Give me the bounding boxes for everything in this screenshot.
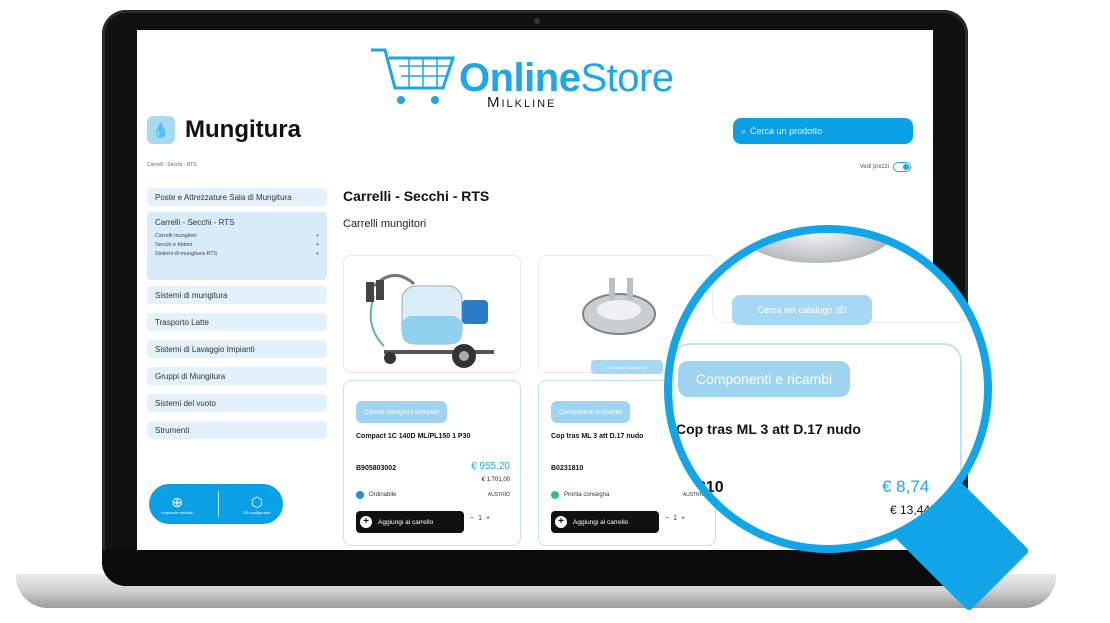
show-prices-label: Vedi prezzi [859,164,889,170]
page-title: Mungitura [185,116,301,143]
divider [217,491,219,517]
quantity-value: 1 [478,515,486,522]
add-to-cart-label: Aggiungi al carrello [573,518,629,526]
stage: OnlineStore Milkline 💧 Mungitura ⌕ Cerca… [0,0,1110,623]
sub-label: Carrelli mungitori [155,233,197,239]
magnified-price-old: € 13,44 [890,503,931,517]
show-prices: Vedi prezzi [860,162,911,172]
magnified-category-chip[interactable]: Componenti e ricambi [678,361,850,397]
page-header: 💧 Mungitura [147,116,301,144]
drop-icon: 💧 [147,116,175,144]
sidebar-item-gruppi[interactable]: Gruppi di Mungitura [147,367,327,385]
plus-icon: + [555,516,567,528]
magnified-view: Cerca nel catalogo 3D Componenti e ricam… [672,233,984,545]
status-label: Ordinabile [369,492,397,498]
section-subtitle: Carrelli mungitori [343,218,427,230]
add-to-cart-button[interactable]: + Aggiungi al carrello [551,511,659,533]
plus-icon[interactable]: + [486,515,494,522]
magnified-product-name: Cop tras ML 3 att D.17 nudo [676,421,861,437]
product-card: Carrelli mungitori completi Compact 1C 1… [343,380,521,546]
website-button[interactable]: ⊕ corporate website [161,494,193,515]
magnified-price: € 8,74 [882,477,930,496]
product-code: B905803002 [356,465,397,472]
breadcrumb[interactable]: Carrelli - Secchi - RTS [147,162,197,168]
sidebar-item-strumenti[interactable]: Strumenti [147,421,327,439]
cube-icon: ⬡ [250,493,264,510]
expand-icon[interactable]: + [316,251,319,257]
product-name[interactable]: Cop tras ML 3 att D.17 nudo [551,433,643,440]
online-store-logo[interactable]: OnlineStore Milkline [369,40,709,111]
plus-icon: + [360,516,372,528]
expand-icon[interactable]: + [316,233,319,239]
sidebar-sub-secchi[interactable]: Secchi e bidoni + [155,242,319,248]
expand-icon[interactable]: + [316,242,319,248]
sidebar-item-poste[interactable]: Poste e Attrezzature Sala di Mungitura [147,188,327,206]
sidebar-item-carrelli[interactable]: Carrelli - Secchi - RTS Carrelli mungito… [147,212,327,280]
category-chip[interactable]: Carrelli mungitori completi [356,401,448,423]
magnified-3d-button[interactable]: Cerca nel catalogo 3D [732,295,872,325]
product-name[interactable]: Compact 1C 140D ML/PL150 1 P30 [356,433,470,440]
status-dot [551,491,559,499]
sidebar-item-trasporto[interactable]: Trasporto Latte [147,313,327,331]
minus-icon[interactable]: − [470,515,478,522]
add-to-cart-button[interactable]: + Aggiungi al carrello [356,511,464,533]
globe-icon: ⊕ [171,493,183,510]
logo-store: Store [580,56,674,100]
product-image-card[interactable] [343,255,521,373]
availability-status: Pronta consegna [551,491,609,499]
search-placeholder: Cerca un prodotto [750,126,823,136]
camera [534,18,540,24]
status-label: Pronta consegna [564,492,610,498]
sidebar-item-lavaggio[interactable]: Sistemi di Lavaggio Impianti [147,340,327,358]
milking-cart-image [366,274,494,368]
product-code: B0231810 [551,465,584,472]
sub-label: Secchi e bidoni [155,242,193,248]
search-input[interactable]: ⌕ Cerca un prodotto [733,118,913,144]
logo-subtitle: Milkline [487,94,557,111]
sidebar-open-title: Carrelli - Secchi - RTS [155,218,235,227]
category-chip[interactable]: Componenti e ricambi [551,401,631,423]
availability-status: Ordinabile [356,491,396,499]
quantity-stepper[interactable]: −1+ [470,515,494,522]
search-icon: ⌕ [741,125,747,136]
configurator-button[interactable]: ⬡ 3D configurator [243,494,270,515]
magnifier-lens: Cerca nel catalogo 3D Componenti e ricam… [664,225,992,553]
section-title: Carrelli - Secchi - RTS [343,188,490,204]
website-label: corporate website [161,509,193,515]
magnified-status-dot [676,485,688,497]
sidebar-sub-rts[interactable]: Sistemi di mungitura RTS + [155,251,319,257]
product-price-old: € 1.701,00 [481,477,510,483]
product-price: € 955,20 [471,461,510,472]
magnified-product-code: 1810 [688,479,724,496]
sub-label: Sistemi di mungitura RTS [155,251,218,257]
sidebar-sub-carrelli[interactable]: Carrelli mungitori + [155,233,319,239]
sidebar-item-vuoto[interactable]: Sistemi del vuoto [147,394,327,412]
cart-logo-icon [371,48,456,104]
configurator-label: 3D configurator [243,509,271,515]
side-actions: ⊕ corporate website ⬡ 3D configurator [149,484,283,524]
store-label: AUSTRIO [487,492,510,498]
catalog-3d-button[interactable]: Cerca nel catalogo 3D [591,360,663,374]
sidebar-item-sistemi[interactable]: Sistemi di mungitura [147,286,327,304]
laptop-chin [102,550,968,586]
add-to-cart-label: Aggiungi al carrello [378,518,434,526]
show-prices-toggle[interactable] [893,162,911,172]
status-dot [356,491,364,499]
